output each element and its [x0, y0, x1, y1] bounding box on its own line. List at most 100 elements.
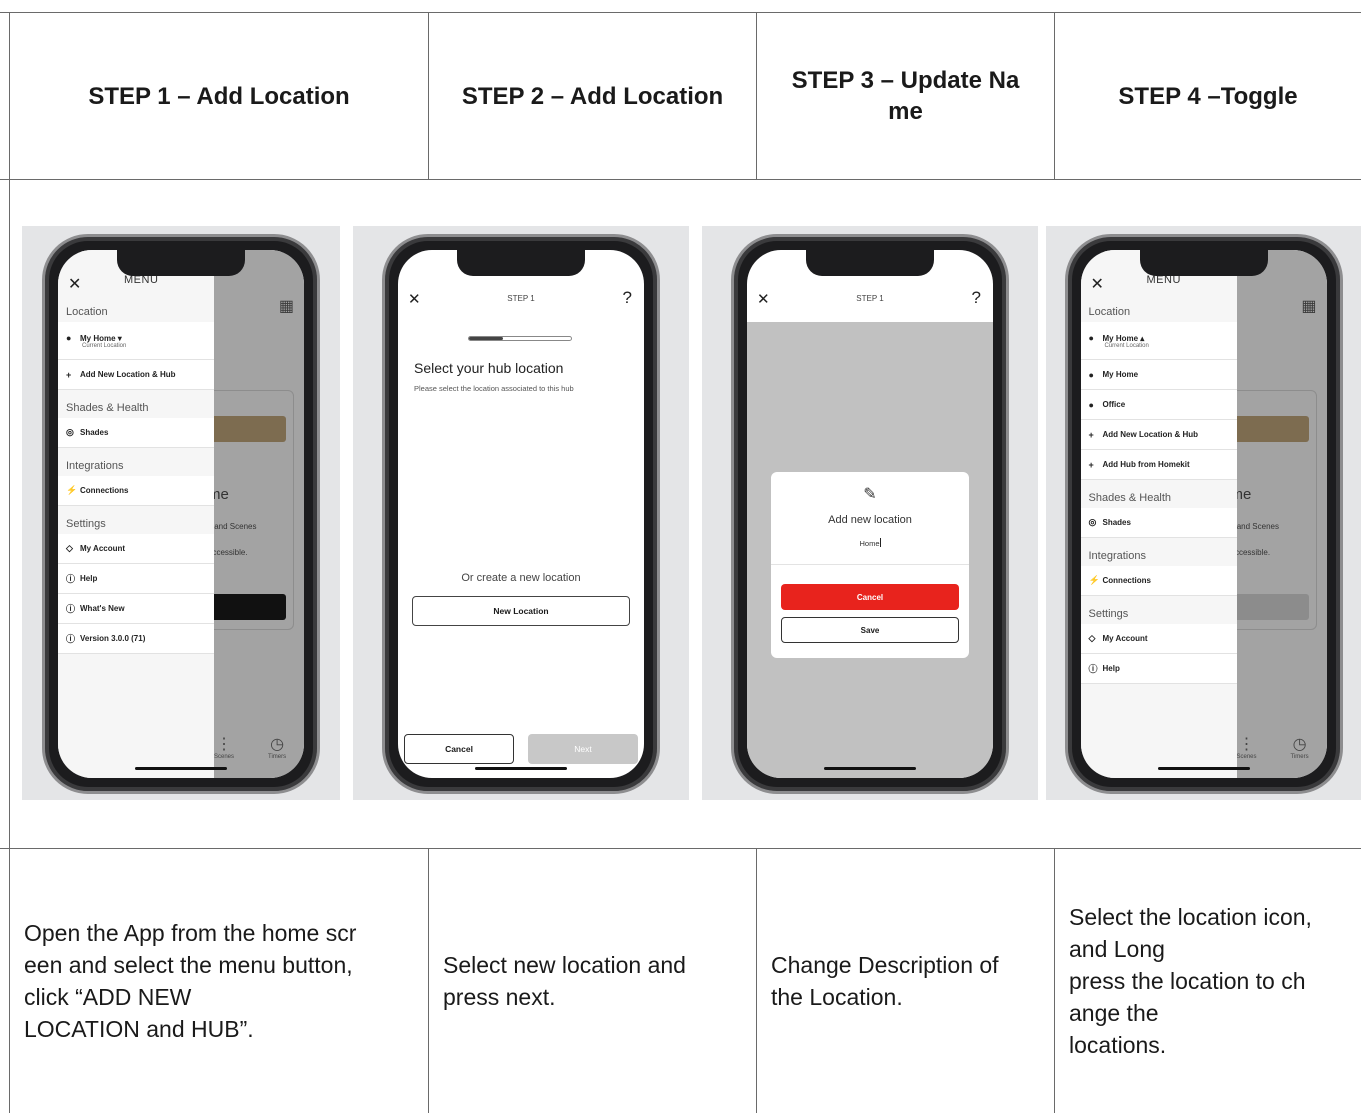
grid-icon[interactable]: ▦: [1301, 296, 1316, 316]
step-4-screenshot: ▦ me s and Scenes accessible. ⋮ Scenes ◷ T…: [1046, 226, 1361, 800]
help-icon[interactable]: ?: [623, 288, 632, 308]
menu-item-help[interactable]: ⓘ Help: [1080, 654, 1237, 684]
or-create-text: Or create a new location: [461, 572, 581, 584]
menu-item-connections[interactable]: ⚡ Connections: [1080, 566, 1237, 596]
menu-item-add-new-location[interactable]: + Add New Location & Hub: [1080, 420, 1237, 450]
pencil-icon: ✎: [863, 486, 877, 503]
menu-item-label: Add Hub from Homekit: [1102, 460, 1190, 469]
user-icon: ◇: [66, 543, 73, 553]
progress-bar: [468, 336, 572, 341]
menu-item-label: What's New: [80, 604, 125, 613]
menu-item-add-hub-homekit[interactable]: + Add Hub from Homekit: [1080, 450, 1237, 480]
tab-timers[interactable]: ◷ Timers: [1291, 734, 1309, 760]
menu-item-whats-new[interactable]: ⓘ What's New: [58, 594, 214, 624]
menu-item-shades[interactable]: ◎ Shades: [1080, 508, 1237, 538]
section-settings: Settings: [1088, 608, 1129, 620]
menu-item-my-account[interactable]: ◇ My Account: [1080, 624, 1237, 654]
phone-frame: ▦ me s and Scenes accessible. ⋮ Scenes ◷ T…: [1064, 234, 1343, 794]
menu-item-help[interactable]: ⓘ Help: [58, 564, 214, 594]
step-3-header-text: STEP 3 – Update Na me: [791, 67, 1020, 125]
menu-item-label: Add New Location & Hub: [80, 370, 176, 379]
grid-icon[interactable]: ▦: [279, 296, 294, 316]
location-name: My Home: [80, 333, 116, 343]
location-name-input[interactable]: Home: [771, 538, 969, 548]
menu-item-connections[interactable]: ⚡ Connections: [58, 476, 214, 506]
menu-item-current-location[interactable]: ● My Home ▾ Current Location: [58, 322, 214, 360]
home-indicator: [1157, 767, 1250, 770]
section-shades: Shades & Health: [1088, 492, 1172, 504]
step-4-header: STEP 4 –Toggle: [1055, 13, 1361, 179]
menu-item-add-new-location[interactable]: + Add New Location & Hub: [58, 360, 214, 390]
scenes-icon: ⋮: [216, 736, 232, 753]
step-4-description: Select the location icon, and Long press…: [1055, 849, 1361, 1113]
step-2-header: STEP 2 – Add Location: [429, 13, 756, 179]
cancel-button[interactable]: Cancel: [781, 584, 959, 610]
menu-item-label: Shades: [1102, 518, 1131, 527]
plus-icon: +: [66, 369, 72, 380]
menu-item-location-office[interactable]: ● Office: [1080, 390, 1237, 420]
step-1-header-text: STEP 1 – Add Location: [88, 82, 350, 110]
pin-icon: ●: [1088, 399, 1094, 410]
timer-icon: ◷: [1292, 736, 1307, 753]
side-menu: ✕ MENU Location ● My Home ▴ Current Locat…: [1080, 250, 1237, 778]
close-icon[interactable]: ✕: [1091, 274, 1104, 294]
phone-frame: ✕ STEP 1 ? ✎ Add new location Home Cance…: [731, 234, 1009, 794]
close-icon[interactable]: ✕: [68, 274, 81, 294]
timer-icon: ◷: [270, 736, 285, 753]
plus-icon: +: [1088, 429, 1094, 440]
new-location-button[interactable]: New Location: [412, 596, 630, 626]
tab-timers[interactable]: ◷ Timers: [268, 734, 286, 760]
section-shades: Shades & Health: [66, 402, 149, 414]
pin-icon: ●: [66, 332, 72, 343]
footer-buttons: Cancel Next: [398, 734, 644, 764]
menu-item-location-home[interactable]: ● My Home: [1080, 360, 1237, 390]
tab-scenes-label: Scenes: [1236, 754, 1257, 760]
step-header: ✕ STEP 1 ?: [747, 288, 993, 310]
step-2-screenshot: ✕ STEP 1 ? Select your hub location Plea…: [353, 226, 689, 800]
menu-item-current-location[interactable]: ● My Home ▴ Current Location: [1080, 322, 1237, 360]
help-icon[interactable]: ?: [972, 288, 981, 308]
step-3-description: Change Description of the Location.: [757, 849, 1054, 1113]
section-integrations: Integrations: [1088, 550, 1146, 562]
scenes-icon: ⋮: [1238, 736, 1255, 753]
step-title: STEP 1: [507, 294, 535, 303]
tab-timers-label: Timers: [1290, 754, 1309, 760]
menu-item-label: Office: [1102, 400, 1126, 409]
tab-scenes[interactable]: ⋮ Scenes: [1237, 734, 1257, 760]
page-subtext: Please select the location associated to…: [414, 384, 574, 393]
step-1-header: STEP 1 – Add Location: [10, 13, 428, 179]
tab-scenes[interactable]: ⋮ Scenes: [214, 734, 234, 760]
next-button[interactable]: Next: [528, 734, 638, 764]
plus-icon: +: [1088, 459, 1094, 470]
home-card-button[interactable]: [1230, 594, 1309, 620]
home-card-subtitle: s and Scenes: [1230, 522, 1279, 531]
section-settings: Settings: [66, 518, 106, 530]
step-3-screenshot: ✕ STEP 1 ? ✎ Add new location Home Cance…: [702, 226, 1038, 800]
phone-screen: ✕ STEP 1 ? ✎ Add new location Home Cance…: [747, 250, 993, 778]
menu-item-label: Version 3.0.0 (71): [80, 634, 146, 643]
home-indicator: [824, 767, 916, 770]
phone-frame: ▦ me s and Scenes accessible. ⋮ Scenes ◷ T…: [42, 234, 320, 794]
home-card-button[interactable]: [208, 594, 286, 620]
location-subtitle: Current Location: [82, 342, 127, 349]
section-location: Location: [66, 306, 108, 318]
step-2-description: Select new location and press next.: [429, 849, 756, 1113]
modal-title: Add new location: [828, 514, 912, 526]
info-icon: ⓘ: [66, 634, 76, 644]
menu-item-my-account[interactable]: ◇ My Account: [58, 534, 214, 564]
menu-item-shades[interactable]: ◎ Shades: [58, 418, 214, 448]
step-4-description-text: Select the location icon, and Long press…: [1069, 904, 1312, 1058]
menu-item-label: Connections: [1102, 576, 1151, 585]
shades-icon: ◎: [1088, 517, 1097, 527]
save-button[interactable]: Save: [781, 617, 959, 643]
menu-item-version: ⓘ Version 3.0.0 (71): [58, 624, 214, 654]
menu-item-label: My Account: [80, 544, 126, 553]
step-2-description-text: Select new location and press next.: [443, 952, 686, 1010]
caret-up-icon: ▴: [1140, 333, 1145, 343]
cancel-button[interactable]: Cancel: [404, 734, 514, 764]
step-3-description-text: Change Description of the Location.: [771, 952, 999, 1010]
location-name: My Home: [1102, 333, 1139, 343]
menu-item-label: Help: [80, 574, 98, 583]
shades-icon: ◎: [66, 427, 74, 437]
caret-down-icon: ▾: [117, 333, 122, 343]
